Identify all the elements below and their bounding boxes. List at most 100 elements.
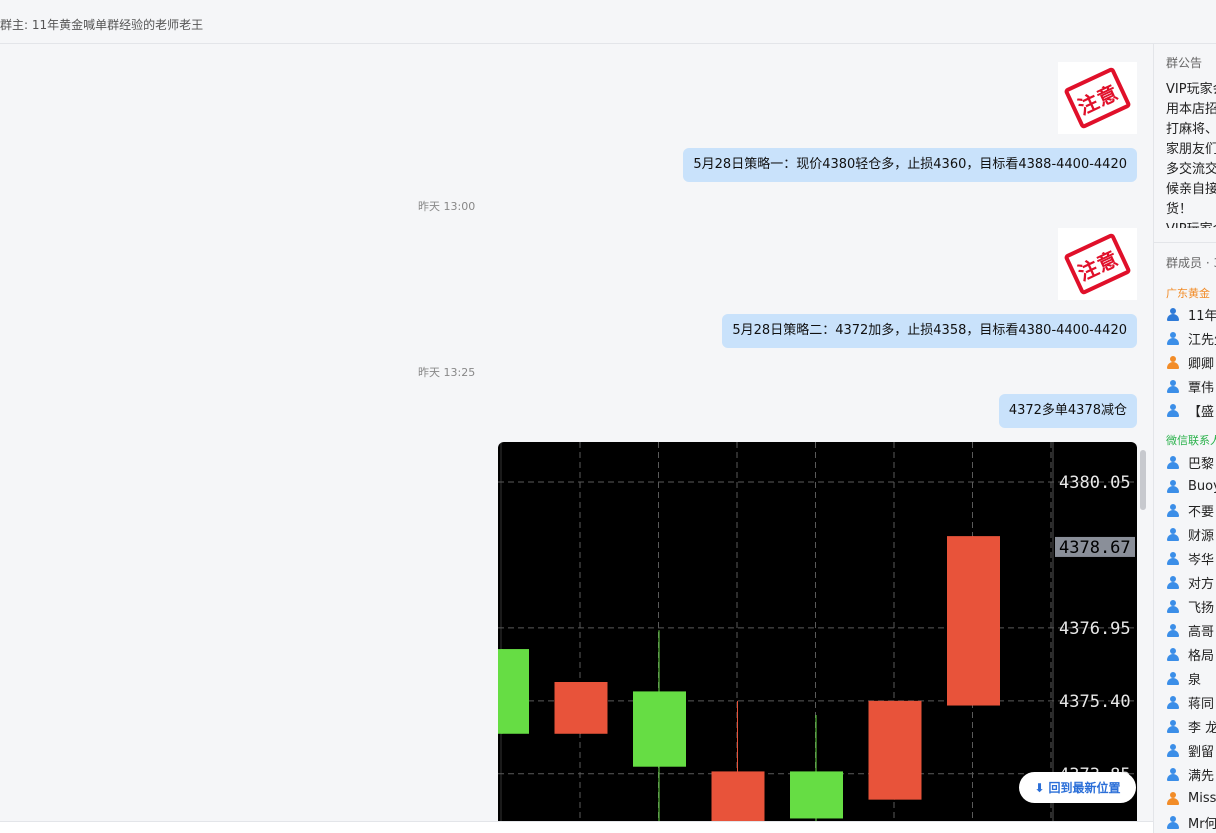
member-name: 高哥 [1188, 624, 1215, 640]
member-name: 格局 [1188, 648, 1215, 664]
member-item[interactable]: 满先 [1166, 762, 1214, 786]
member-item[interactable]: 高哥 [1166, 618, 1214, 642]
member-name: 满先 [1188, 768, 1215, 784]
member-name: 财源 [1188, 528, 1215, 544]
member-name: 飞扬 [1188, 600, 1215, 616]
attention-stamp-image[interactable]: 注意 [1058, 228, 1137, 300]
member-item[interactable]: Miss [1166, 786, 1216, 810]
user-icon [1166, 575, 1180, 589]
stamp-frame: 注意 [1063, 232, 1132, 296]
member-name: 李 龙 [1188, 720, 1216, 736]
price-tick-label: 4378.67 [1059, 538, 1131, 558]
sidebar-divider [1154, 242, 1216, 243]
member-item[interactable]: 【盛 [1166, 398, 1214, 422]
double-chevron-down-icon: ⬇ [1034, 780, 1045, 795]
member-name: 岑华 [1188, 552, 1215, 568]
notice-line: VIP玩家会 [1166, 82, 1216, 97]
message-list[interactable]: 注意 5月28日策略一：现价4380轻仓多，止损4360，目标看4388-440… [0, 44, 1153, 833]
timestamp: 昨天 13:00 [418, 200, 476, 213]
input-area-edge[interactable] [0, 821, 1153, 833]
user-icon [1166, 455, 1180, 469]
member-name: 泉 [1188, 672, 1202, 688]
user-icon [1166, 743, 1180, 757]
member-item[interactable]: 覃伟 [1166, 374, 1214, 398]
user-icon [1166, 719, 1180, 733]
user-icon [1166, 767, 1180, 781]
member-item[interactable]: 蒋同 [1166, 690, 1214, 714]
message-bubble[interactable]: 5月28日策略一：现价4380轻仓多，止损4360，目标看4388-4400-4… [683, 148, 1137, 182]
scrollbar-thumb[interactable] [1140, 450, 1146, 510]
member-group-label: 广东黄金 [1166, 287, 1210, 300]
user-icon [1166, 695, 1180, 709]
jump-to-latest-button[interactable]: ⬇ 回到最新位置 [1019, 772, 1136, 803]
user-icon [1166, 355, 1180, 369]
member-item[interactable]: 不要 [1166, 498, 1214, 522]
member-item[interactable]: 泉 [1166, 666, 1201, 690]
chat-header: 群主: 11年黄金喊单群经验的老师老王 [0, 0, 1216, 44]
stamp-text: 注意 [1074, 79, 1123, 120]
member-item[interactable]: 李 龙 [1166, 714, 1216, 738]
group-owner-title: 群主: 11年黄金喊单群经验的老师老王 [0, 18, 204, 32]
member-name: 【盛 [1188, 404, 1215, 420]
member-item[interactable]: 财源 [1166, 522, 1214, 546]
notice-line: VIP玩家会 [1166, 220, 1216, 228]
user-icon [1166, 791, 1180, 805]
candle-body [947, 536, 1000, 706]
candle-body [868, 700, 922, 800]
user-icon [1166, 527, 1180, 541]
price-tick-label: 4380.05 [1059, 473, 1131, 493]
price-tick-label: 4375.40 [1059, 692, 1131, 712]
group-notice[interactable]: VIP玩家会 用本店招 打麻将、 家朋友们 多交流交 候亲自接 货！ VIP玩家… [1166, 80, 1216, 228]
notice-line: 家朋友们 [1166, 142, 1216, 157]
members-title: 群成员 · 3 [1166, 256, 1216, 270]
member-name: Miss [1188, 790, 1216, 806]
member-name: Mr何 [1188, 816, 1216, 832]
user-icon [1166, 479, 1180, 493]
member-group-label: 微信联系人 [1166, 434, 1216, 447]
group-sidebar: 群公告 VIP玩家会 用本店招 打麻将、 家朋友们 多交流交 候亲自接 货！ V… [1153, 44, 1216, 833]
member-item[interactable]: 劉留 [1166, 738, 1214, 762]
member-item[interactable]: 格局 [1166, 642, 1214, 666]
message-bubble[interactable]: 4372多单4378减仓 [998, 394, 1137, 428]
candle-body [790, 771, 843, 819]
candle-body [498, 649, 529, 734]
member-name: 巴黎 [1188, 456, 1215, 472]
member-item[interactable]: 巴黎 [1166, 450, 1214, 474]
user-icon [1166, 403, 1180, 417]
user-icon [1166, 551, 1180, 565]
member-name: Buoy [1188, 478, 1216, 494]
user-icon [1166, 623, 1180, 637]
user-icon [1166, 331, 1180, 345]
jump-to-latest-label: 回到最新位置 [1048, 781, 1121, 795]
member-item[interactable]: 岑华 [1166, 546, 1214, 570]
notice-line: 用本店招 [1166, 102, 1216, 117]
notice-line: 货！ [1166, 202, 1193, 217]
user-icon [1166, 671, 1180, 685]
member-item[interactable]: 卿卿 [1166, 350, 1214, 374]
attention-stamp-image[interactable]: 注意 [1058, 62, 1137, 134]
price-tick-label: 4376.95 [1059, 619, 1131, 639]
member-name: 劉留 [1188, 744, 1215, 760]
candle-body [633, 691, 686, 767]
stamp-frame: 注意 [1063, 66, 1132, 130]
user-icon [1166, 599, 1180, 613]
member-name: 对方 [1188, 576, 1215, 592]
timestamp: 昨天 13:25 [418, 366, 476, 379]
member-item[interactable]: 飞扬 [1166, 594, 1214, 618]
user-icon [1166, 647, 1180, 661]
member-item[interactable]: 江先生 [1166, 326, 1216, 350]
notice-line: 候亲自接 [1166, 182, 1216, 197]
member-name: 蒋同 [1188, 696, 1215, 712]
notice-title: 群公告 [1166, 56, 1203, 70]
message-bubble[interactable]: 5月28日策略二：4372加多，止损4358，目标看4380-4400-4420 [722, 314, 1137, 348]
member-name: 不要 [1188, 504, 1215, 520]
member-item[interactable]: 对方 [1166, 570, 1214, 594]
user-icon [1166, 503, 1180, 517]
member-item[interactable]: Buoy [1166, 474, 1216, 498]
candle-body [554, 682, 608, 734]
member-name: 覃伟 [1188, 380, 1215, 396]
member-item[interactable]: Mr何 [1166, 810, 1216, 833]
member-name: 11年 [1188, 308, 1216, 324]
member-item[interactable]: 11年 [1166, 302, 1216, 326]
computer-user-icon [1166, 307, 1180, 321]
